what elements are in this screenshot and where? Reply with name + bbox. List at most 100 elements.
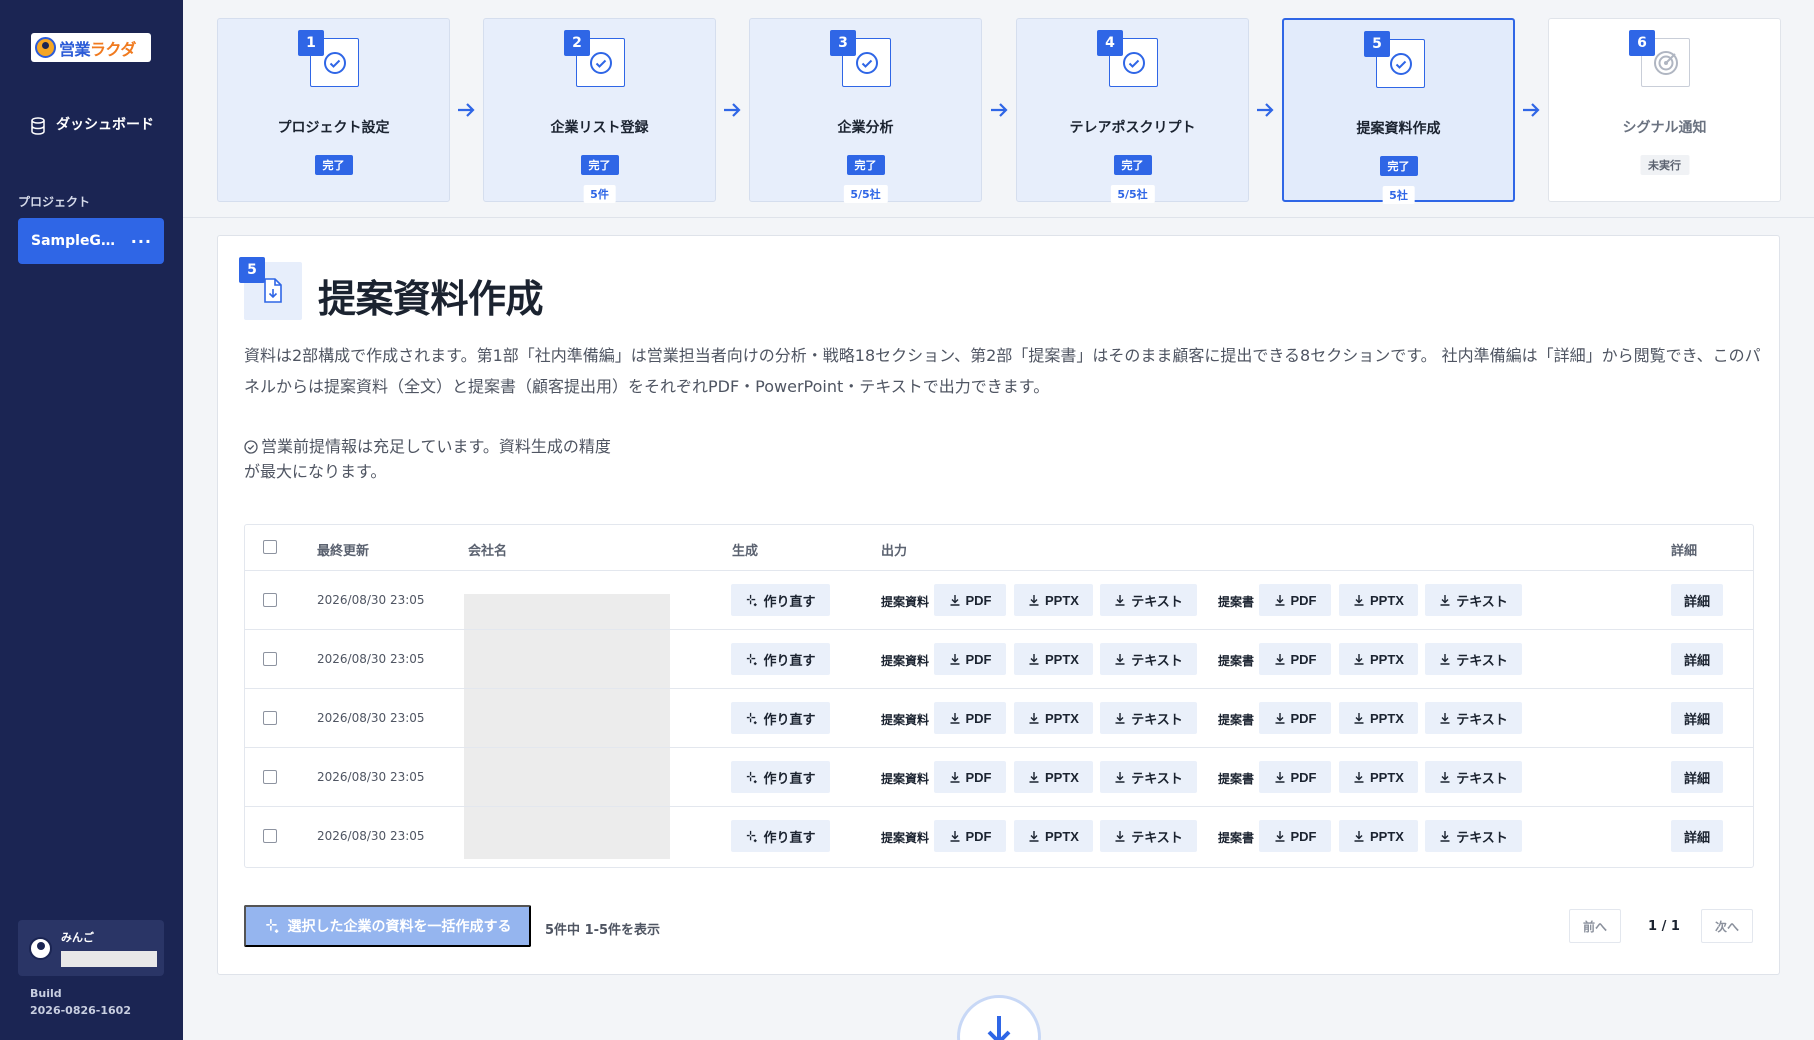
download-pdf-button[interactable]: PDF [1259,820,1331,852]
row-updated: 2026/08/30 23:05 [317,652,425,666]
download-icon [1354,713,1364,724]
download-icon [950,713,959,724]
sparkle-icon [747,594,758,606]
download-pdf-button[interactable]: PDF [1259,761,1331,793]
download-pptx-button[interactable]: PPTX [1339,643,1418,675]
next-page-button[interactable]: 次へ [1701,909,1753,943]
download-pptx-button[interactable]: PPTX [1339,820,1418,852]
download-text-button[interactable]: テキスト [1100,643,1197,675]
download-pptx-button[interactable]: PPTX [1339,584,1418,616]
step-tele-script[interactable]: 4 テレアポスクリプト 完了 5/5社 [1016,18,1249,203]
download-pptx-button[interactable]: PPTX [1339,702,1418,734]
info-notice: 営業前提情報は充足しています。資料生成の精度が最大になります。 [244,434,624,484]
step-title: テレアポスクリプト [1069,120,1196,136]
nav-dashboard[interactable]: ダッシュボード [30,115,160,136]
download-pdf-button[interactable]: PDF [934,820,1006,852]
download-pdf-button[interactable]: PDF [934,702,1006,734]
notice-text: 営業前提情報は充足しています。資料生成の精度が最大になります。 [244,437,611,481]
sparkle-icon [265,919,278,933]
select-all-checkbox[interactable] [263,540,277,554]
column-detail: 詳細 [1671,544,1698,559]
download-pptx-button[interactable]: PPTX [1014,643,1093,675]
detail-button[interactable]: 詳細 [1671,584,1723,616]
regenerate-button[interactable]: 作り直す [731,702,830,734]
panel-step-number: 5 [239,257,265,283]
scroll-down-button[interactable] [957,995,1041,1040]
download-pdf-button[interactable]: PDF [934,643,1006,675]
file-download-icon: 5 [239,257,302,320]
detail-button[interactable]: 詳細 [1671,643,1723,675]
download-pdf-button[interactable]: PDF [1259,584,1331,616]
arrow-right-icon [1523,103,1540,117]
step-proposal[interactable]: 5 提案資料作成 完了 5社 [1282,18,1515,204]
download-icon [1115,595,1125,606]
download-pdf-button[interactable]: PDF [934,761,1006,793]
step-company-list[interactable]: 2 企業リスト登録 完了 5件 [483,18,716,203]
step-title: 提案資料作成 [1356,121,1441,137]
status-badge: 完了 [846,155,885,175]
row-checkbox[interactable] [263,829,277,843]
download-icon [1029,713,1039,724]
download-pdf-button[interactable]: PDF [1259,702,1331,734]
row-checkbox[interactable] [263,593,277,607]
bulk-generate-button[interactable]: 選択した企業の資料を一括作成する [244,905,531,947]
download-pptx-button[interactable]: PPTX [1014,584,1093,616]
step-project-settings[interactable]: 1 プロジェクト設定 完了 [217,18,450,202]
column-updated: 最終更新 [317,544,370,559]
step-signal-notify[interactable]: 6 シグナル通知 未実行 [1548,18,1781,202]
download-pdf-button[interactable]: PDF [934,584,1006,616]
regenerate-button[interactable]: 作り直す [731,761,830,793]
download-text-button[interactable]: テキスト [1425,702,1522,734]
step-number: 4 [1097,30,1123,56]
app-logo[interactable]: 営業ラクダ [31,33,151,62]
sidebar-item-project[interactable]: SampleGi… ··· [18,218,164,264]
download-pptx-button[interactable]: PPTX [1014,702,1093,734]
detail-button[interactable]: 詳細 [1671,761,1723,793]
download-text-button[interactable]: テキスト [1425,820,1522,852]
detail-button[interactable]: 詳細 [1671,820,1723,852]
row-checkbox[interactable] [263,711,277,725]
regenerate-button[interactable]: 作り直す [731,643,830,675]
step-company-analysis[interactable]: 3 企業分析 完了 5/5社 [749,18,982,203]
output-group-label: 提案資料 [881,772,930,786]
arrow-down-icon [987,1016,1011,1040]
build-version: 2026-0826-1602 [30,1004,131,1017]
prev-page-button[interactable]: 前へ [1569,909,1621,943]
download-text-button[interactable]: テキスト [1100,761,1197,793]
download-text-button[interactable]: テキスト [1100,820,1197,852]
download-icon [1440,654,1450,665]
user-menu[interactable]: みんご [18,920,164,976]
download-text-button[interactable]: テキスト [1100,584,1197,616]
step-number: 1 [298,30,324,56]
arrow-right-icon [724,103,741,117]
download-pdf-button[interactable]: PDF [1259,643,1331,675]
download-text-button[interactable]: テキスト [1425,584,1522,616]
detail-button[interactable]: 詳細 [1671,702,1723,734]
row-checkbox[interactable] [263,770,277,784]
download-text-button[interactable]: テキスト [1425,643,1522,675]
check-circle-icon [244,440,258,454]
step-number: 3 [830,30,856,56]
more-icon[interactable]: ··· [131,232,152,251]
output-group-label: 提案資料 [881,831,930,845]
arrow-right-icon [458,103,475,117]
download-text-button[interactable]: テキスト [1100,702,1197,734]
step-number: 5 [1364,31,1390,57]
output-group-label: 提案資料 [881,713,930,727]
download-icon [1354,595,1364,606]
avatar [29,937,52,960]
download-pptx-button[interactable]: PPTX [1014,761,1093,793]
sidebar: 営業ラクダ ダッシュボード プロジェクト SampleGi… ··· みんご B… [0,0,183,1040]
download-pptx-button[interactable]: PPTX [1014,820,1093,852]
download-icon [1115,654,1125,665]
nav-dashboard-label: ダッシュボード [56,117,154,133]
table-row: 2026/08/30 23:05 作り直す 提案資料 PDF PPTX テキスト… [245,748,1753,807]
download-icon [950,654,959,665]
regenerate-button[interactable]: 作り直す [731,820,830,852]
regenerate-button[interactable]: 作り直す [731,584,830,616]
row-checkbox[interactable] [263,652,277,666]
download-icon [1029,772,1039,783]
download-pptx-button[interactable]: PPTX [1339,761,1418,793]
user-email-redacted [61,951,157,967]
download-text-button[interactable]: テキスト [1425,761,1522,793]
